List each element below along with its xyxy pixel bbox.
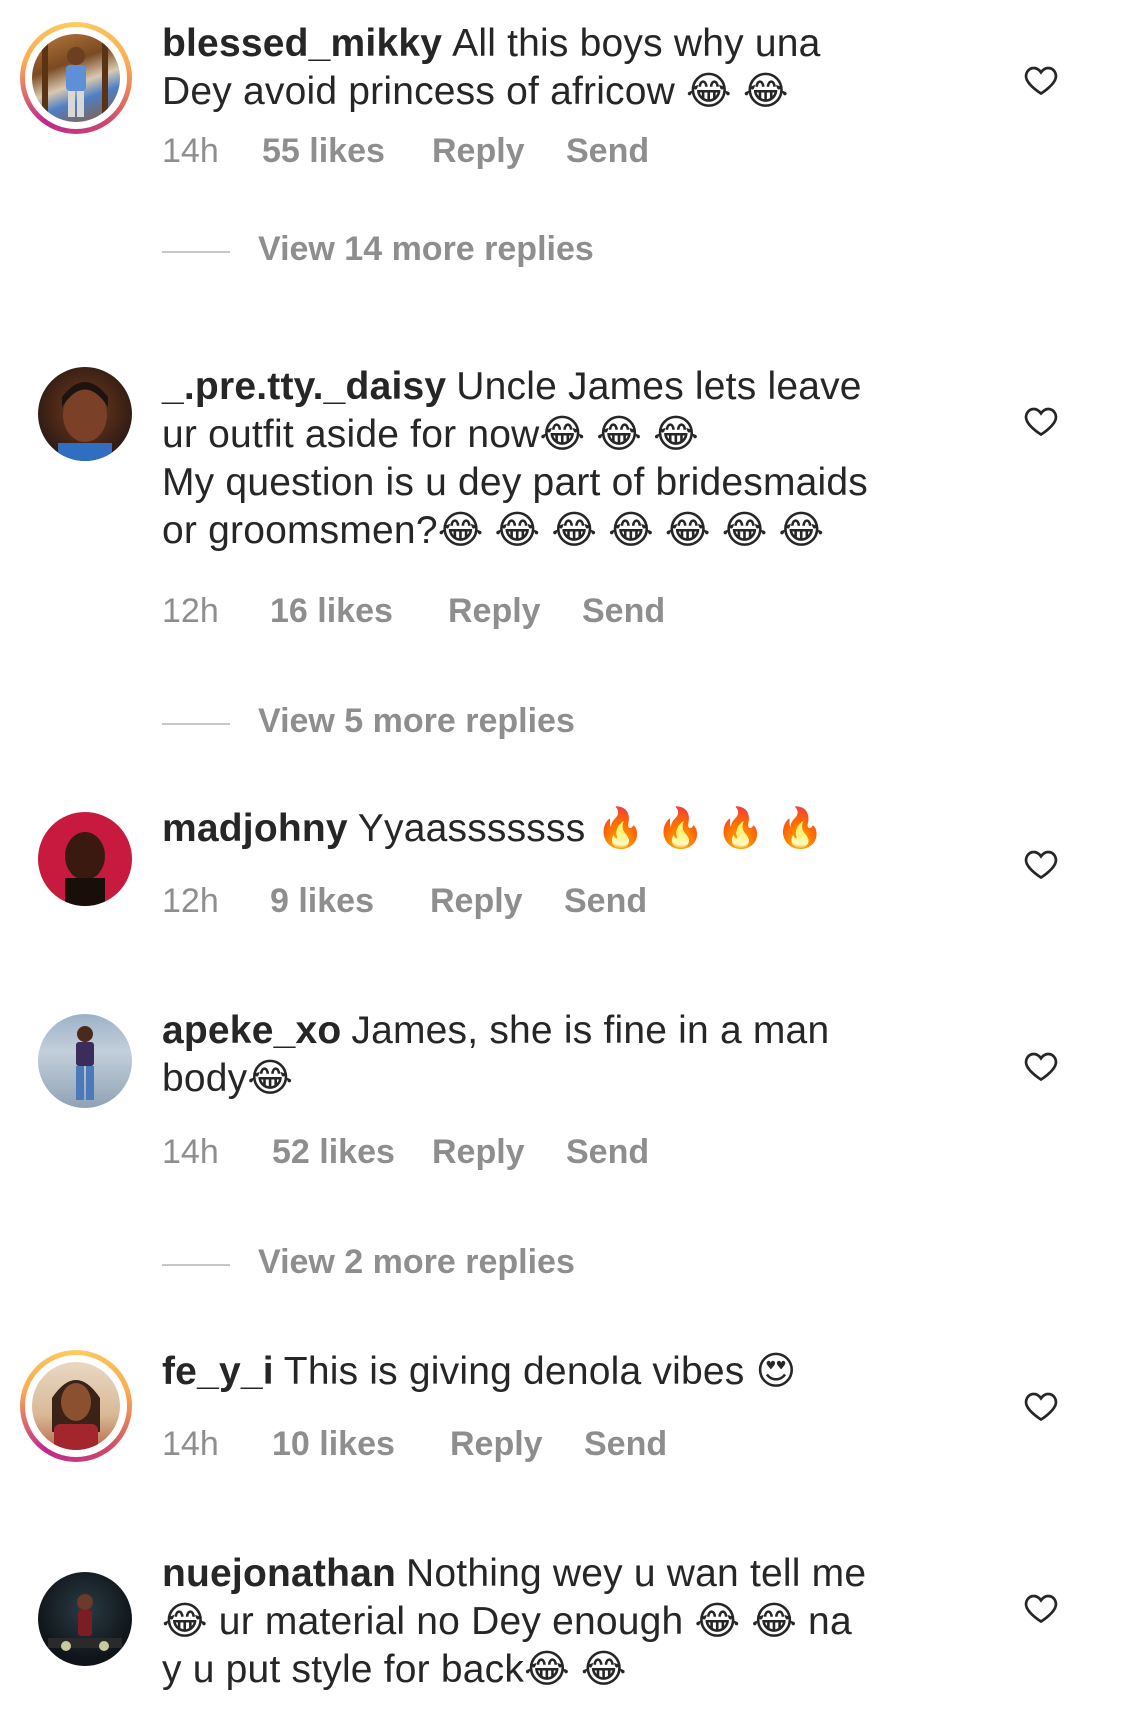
likes-count[interactable]: 9 likes xyxy=(270,882,374,921)
replies-divider xyxy=(162,723,230,725)
comment-text: blessed_mikky All this boys why una Dey a… xyxy=(162,20,962,116)
avatar[interactable] xyxy=(20,22,132,134)
view-replies-label[interactable]: View 5 more replies xyxy=(258,702,575,741)
avatar[interactable] xyxy=(20,794,132,906)
comment-username[interactable]: nuejonathan xyxy=(162,1552,396,1595)
likes-count[interactable]: 10 likes xyxy=(272,1425,395,1464)
send-button[interactable]: Send xyxy=(582,592,665,631)
avatar[interactable] xyxy=(20,1350,132,1462)
comment-text: _.pre.tty._daisy Uncle James lets leave u… xyxy=(162,363,962,555)
reply-button[interactable]: Reply xyxy=(432,1133,525,1172)
comment-text: madjohny Yyaasssssss 🔥 🔥 🔥 🔥 xyxy=(162,805,962,853)
heart-outline-icon[interactable] xyxy=(1022,1048,1060,1084)
reply-button[interactable]: Reply xyxy=(450,1425,543,1464)
heart-outline-icon[interactable] xyxy=(1022,403,1060,439)
avatar[interactable] xyxy=(20,1554,132,1666)
reply-button[interactable]: Reply xyxy=(432,132,525,171)
comment-time: 12h xyxy=(162,882,219,920)
replies-divider xyxy=(162,251,230,253)
view-replies-label[interactable]: View 2 more replies xyxy=(258,1243,575,1282)
replies-divider xyxy=(162,1264,230,1266)
comment-time: 14h xyxy=(162,132,219,170)
comment-time: 14h xyxy=(162,1133,219,1171)
comment-text: nuejonathan Nothing wey u wan tell me 😂 u… xyxy=(162,1550,962,1694)
likes-count[interactable]: 52 likes xyxy=(272,1133,395,1172)
heart-outline-icon[interactable] xyxy=(1022,1590,1060,1626)
send-button[interactable]: Send xyxy=(584,1425,667,1464)
comment-text: apeke_xo James, she is fine in a man body… xyxy=(162,1007,962,1103)
likes-count[interactable]: 55 likes xyxy=(262,132,385,171)
comment-username[interactable]: fe_y_i xyxy=(162,1350,274,1393)
view-replies-label[interactable]: View 14 more replies xyxy=(258,230,594,269)
comment-username[interactable]: apeke_xo xyxy=(162,1009,341,1052)
comment-time: 12h xyxy=(162,592,219,630)
heart-outline-icon[interactable] xyxy=(1022,846,1060,882)
likes-count[interactable]: 16 likes xyxy=(270,592,393,631)
comment-body: This is giving denola vibes 😍 xyxy=(283,1350,797,1393)
avatar[interactable] xyxy=(20,996,132,1108)
send-button[interactable]: Send xyxy=(566,132,649,171)
reply-button[interactable]: Reply xyxy=(448,592,541,631)
heart-outline-icon[interactable] xyxy=(1022,1388,1060,1424)
reply-button[interactable]: Reply xyxy=(430,882,523,921)
comment-username[interactable]: madjohny xyxy=(162,807,348,850)
heart-outline-icon[interactable] xyxy=(1022,62,1060,98)
send-button[interactable]: Send xyxy=(566,1133,649,1172)
comment-text: fe_y_i This is giving denola vibes 😍 xyxy=(162,1348,962,1396)
send-button[interactable]: Send xyxy=(564,882,647,921)
comment-time: 14h xyxy=(162,1425,219,1463)
comment-username[interactable]: _.pre.tty._daisy xyxy=(162,365,446,408)
avatar[interactable] xyxy=(20,349,132,461)
comment-username[interactable]: blessed_mikky xyxy=(162,22,442,65)
comment-body: Yyaasssssss 🔥 🔥 🔥 🔥 xyxy=(357,807,825,850)
